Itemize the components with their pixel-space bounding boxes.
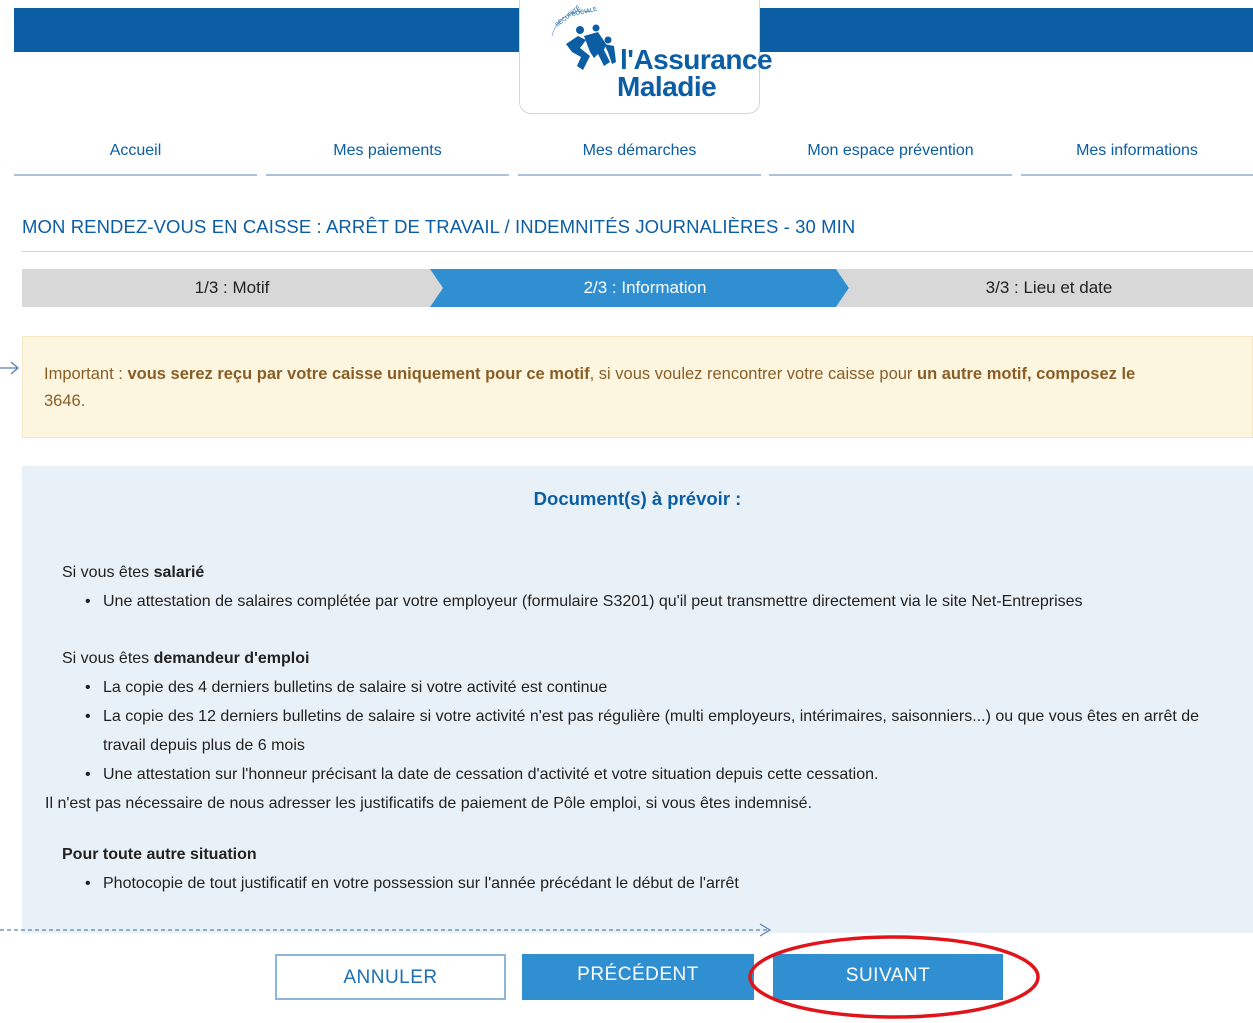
stepper: 1/3 : Motif 2/3 : Information 3/3 : Lieu… bbox=[0, 269, 1253, 307]
demandeur-heading: Si vous êtes demandeur d'emploi bbox=[62, 644, 1242, 673]
nav-item-prevention[interactable]: Mon espace prévention bbox=[769, 138, 1012, 176]
demandeur-list: La copie des 4 derniers bulletins de sal… bbox=[62, 673, 1242, 789]
documents-title: Document(s) à prévoir : bbox=[533, 488, 742, 509]
salarie-heading: Si vous êtes salarié bbox=[62, 558, 1242, 587]
nav-item-accueil[interactable]: Accueil bbox=[14, 138, 257, 176]
assurance-maladie-logo[interactable]: SÉCURITÉ SOCIALE l'Assurance Maladie bbox=[519, 0, 773, 114]
autre-bold: Pour toute autre situation bbox=[62, 846, 257, 863]
alert-suffix: 3646. bbox=[44, 392, 86, 410]
list-item: La copie des 12 derniers bulletins de sa… bbox=[85, 702, 1242, 760]
nav-item-demarches[interactable]: Mes démarches bbox=[518, 138, 761, 176]
salarie-list: Une attestation de salaires complétée pa… bbox=[62, 587, 1242, 616]
documents-body: Si vous êtes salarié Une attestation de … bbox=[45, 558, 1242, 898]
demandeur-note: Il n'est pas nécessaire de nous adresser… bbox=[45, 795, 813, 812]
arrow-right-icon bbox=[0, 361, 19, 375]
demandeur-bold: demandeur d'emploi bbox=[153, 650, 310, 667]
alert-bold-1: vous serez reçu par votre caisse uniquem… bbox=[127, 365, 590, 383]
divider bbox=[22, 251, 1253, 252]
nav-item-informations[interactable]: Mes informations bbox=[1021, 138, 1253, 176]
list-item: Photocopie de tout justificatif en votre… bbox=[85, 869, 1242, 898]
list-item: La copie des 4 derniers bulletins de sal… bbox=[85, 673, 1242, 702]
step-3-label: 3/3 : Lieu et date bbox=[985, 278, 1113, 297]
alert-prefix: Important : bbox=[44, 365, 128, 383]
page-title: MON RENDEZ-VOUS EN CAISSE : ARRÊT DE TRA… bbox=[22, 216, 856, 237]
main-nav: Accueil Mes paiements Mes démarches Mon … bbox=[14, 138, 1253, 178]
logo-wordmark: l'Assurance Maladie bbox=[617, 46, 773, 102]
step-1-label: 1/3 : Motif bbox=[194, 278, 270, 297]
list-item: Une attestation de salaires complétée pa… bbox=[85, 587, 1242, 616]
documents-panel: Document(s) à prévoir : Si vous êtes sal… bbox=[22, 466, 1253, 933]
nav-label: Mon espace prévention bbox=[807, 142, 974, 159]
previous-button[interactable]: PRÉCÉDENT bbox=[522, 954, 754, 1000]
salarie-bold: salarié bbox=[153, 564, 205, 581]
nav-label: Mes paiements bbox=[333, 142, 442, 159]
nav-label: Mes informations bbox=[1076, 142, 1198, 159]
nav-label: Accueil bbox=[109, 142, 162, 159]
nav-label: Mes démarches bbox=[582, 142, 697, 159]
nav-item-paiements[interactable]: Mes paiements bbox=[266, 138, 509, 176]
autre-heading: Pour toute autre situation bbox=[62, 840, 1242, 869]
dashed-arrow-icon bbox=[0, 923, 772, 937]
next-button[interactable]: SUIVANT bbox=[773, 954, 1003, 1000]
list-item: Une attestation sur l'honneur précisant … bbox=[85, 760, 1242, 789]
step-2-label: 2/3 : Information bbox=[583, 278, 707, 297]
alert-bold-2: un autre motif, composez le bbox=[917, 365, 1136, 383]
alert-middle: , si vous voulez rencontrer votre caisse… bbox=[589, 365, 918, 383]
salarie-intro: Si vous êtes bbox=[62, 564, 154, 581]
cancel-button[interactable]: ANNULER bbox=[275, 954, 506, 1000]
demandeur-intro: Si vous êtes bbox=[62, 650, 154, 667]
autre-list: Photocopie de tout justificatif en votre… bbox=[62, 869, 1242, 898]
logo-line2: Maladie bbox=[617, 71, 717, 102]
important-alert: Important : vous serez reçu par votre ca… bbox=[22, 336, 1253, 438]
